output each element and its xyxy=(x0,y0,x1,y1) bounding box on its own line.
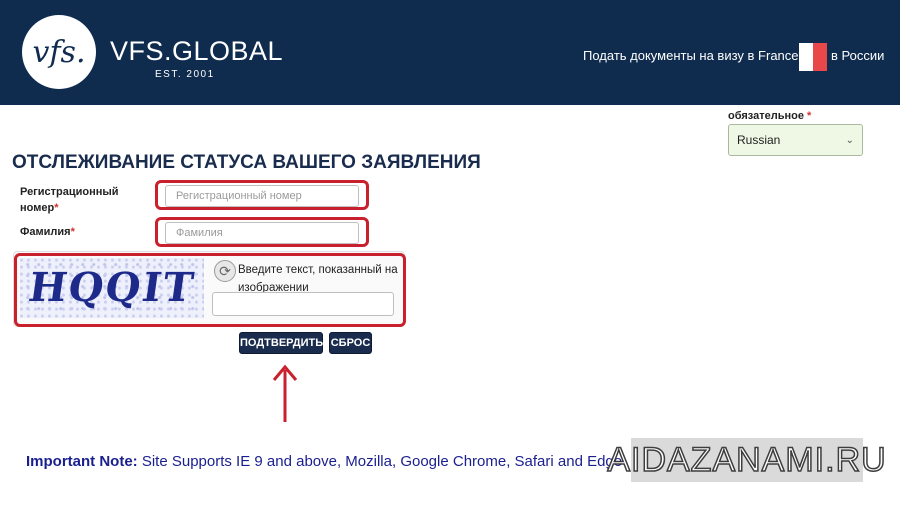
reg-label-line1: Регистрационный xyxy=(20,186,119,198)
required-mark: * xyxy=(54,202,59,214)
captcha-image: HQQIT xyxy=(20,258,204,318)
required-mark: * xyxy=(70,226,75,238)
visa-apply-text: Подать документы на визу в France xyxy=(583,48,799,63)
reg-label-line2: номер xyxy=(20,202,55,214)
surname-label: Фамилия* xyxy=(20,224,75,240)
site-header: vfs. VFS.GLOBAL EST. 2001 Подать докумен… xyxy=(0,0,900,105)
reset-button[interactable]: СБРОС xyxy=(329,332,372,354)
submit-button[interactable]: ПОДТВЕРДИТЬ xyxy=(239,332,323,354)
important-note-label: Important Note: xyxy=(26,453,138,470)
logo-mark: vfs. xyxy=(32,34,86,70)
vfs-logo[interactable]: vfs. xyxy=(22,15,96,89)
refresh-icon[interactable]: ⟳ xyxy=(214,260,236,282)
flag-stripe-red xyxy=(813,43,827,71)
registration-number-label: Регистрационный номер* xyxy=(20,184,119,216)
watermark: AIDAZANAMI.RU xyxy=(607,438,886,482)
country-text: в России xyxy=(831,48,885,63)
important-note-text: Site Supports IE 9 and above, Mozilla, G… xyxy=(137,453,623,470)
required-mark: * xyxy=(807,110,812,122)
language-required-label: обязательное * xyxy=(728,110,811,122)
logo-name: VFS.GLOBAL xyxy=(110,36,284,66)
page-title: ОТСЛЕЖИВАНИЕ СТАТУСА ВАШЕГО ЗАЯВЛЕНИЯ xyxy=(12,152,481,173)
logo-est: EST. 2001 xyxy=(155,69,215,80)
red-arrow-annotation xyxy=(272,364,298,422)
surname-input[interactable] xyxy=(165,222,359,244)
captcha-image-text: HQQIT xyxy=(25,264,199,311)
surname-label-text: Фамилия xyxy=(20,226,71,238)
important-note: Important Note: Site Supports IE 9 and a… xyxy=(26,453,622,470)
flag-stripe-white xyxy=(799,43,813,71)
chevron-down-icon: ⌄ xyxy=(845,134,854,146)
language-select[interactable]: Russian ⌄ xyxy=(728,124,863,156)
language-label-text: обязательное xyxy=(728,110,804,122)
registration-number-input[interactable] xyxy=(165,185,359,207)
france-flag-icon xyxy=(799,43,827,71)
language-selected-value: Russian xyxy=(737,133,781,147)
captcha-input[interactable] xyxy=(212,292,394,316)
